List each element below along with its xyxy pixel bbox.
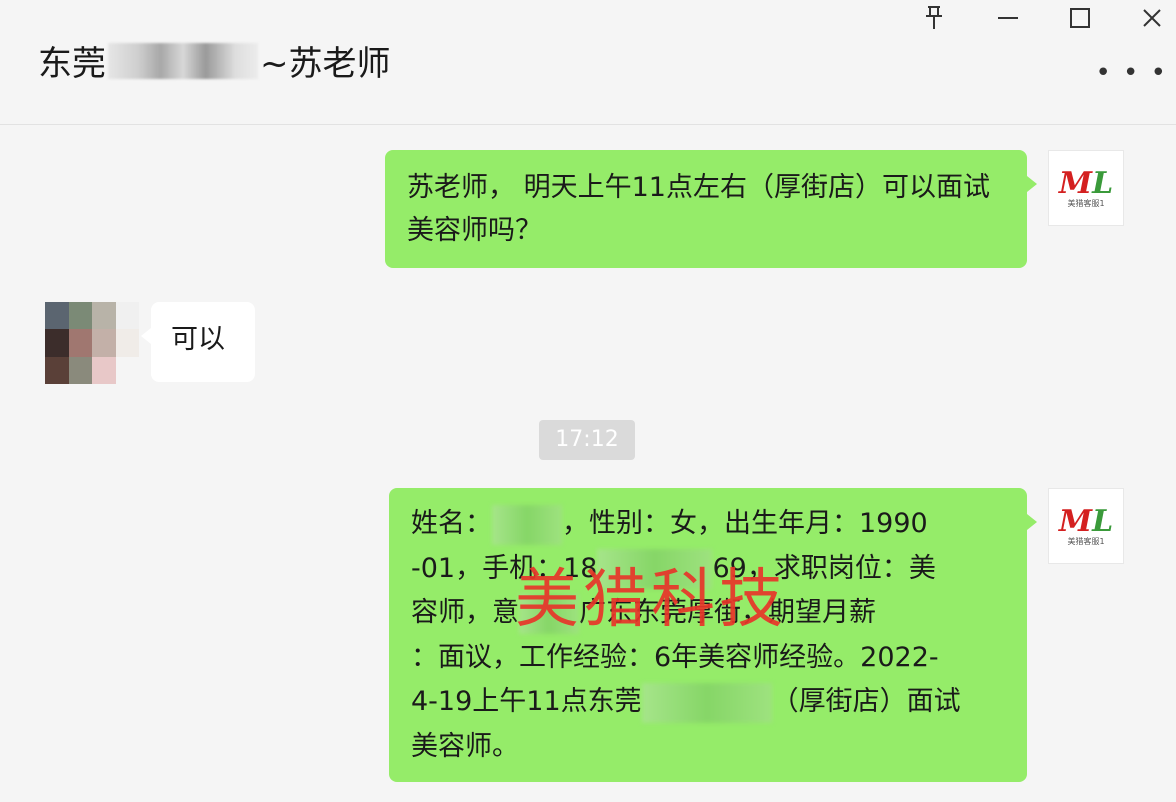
avatar-label: 美猎客服1: [1067, 198, 1105, 208]
my-avatar[interactable]: ML 美猎客服1: [1048, 150, 1124, 226]
redacted-text: [597, 549, 713, 589]
chat-header: 东莞 ~苏老师 • • •: [0, 0, 1176, 125]
message-line: ：面议，工作经验：6年美容师经验。2022-: [411, 641, 939, 673]
pin-icon[interactable]: [914, 0, 954, 36]
minimize-icon[interactable]: [988, 0, 1028, 36]
avatar-label: 美猎客服1: [1067, 536, 1105, 546]
message-timestamp: 17:12: [539, 420, 635, 460]
close-icon[interactable]: [1132, 0, 1172, 36]
more-icon[interactable]: • • •: [1095, 58, 1168, 88]
message-bubble-incoming[interactable]: 可以: [141, 302, 255, 382]
message-line: 姓名： ，性别：女，出生年月：1990: [411, 502, 1005, 547]
message-line: -01，手机：18 69，求职岗位：美: [411, 547, 1005, 592]
logo-icon: ML: [1058, 165, 1114, 201]
message-line: 美容师。: [411, 730, 519, 762]
maximize-icon[interactable]: [1060, 0, 1100, 36]
logo-icon: ML: [1058, 503, 1114, 539]
message-text: 可以: [171, 324, 225, 355]
message-line: 容师，意 广东东莞厚街，期望月薪: [411, 591, 1005, 636]
message-bubble-outgoing[interactable]: 苏老师， 明天上午11点左右（厚街店）可以面试美容师吗？: [385, 150, 1037, 268]
redacted-text: [492, 504, 562, 545]
contact-avatar[interactable]: [45, 302, 139, 384]
chat-title-prefix: 东莞: [38, 44, 106, 84]
message-line: 4-19上午11点东莞 （厚街店）面试: [411, 680, 1005, 725]
redacted-text: [519, 593, 579, 634]
chat-title-suffix: ~苏老师: [260, 44, 391, 84]
message-text: 苏老师， 明天上午11点左右（厚街店）可以面试美容师吗？: [407, 172, 990, 246]
message-bubble-outgoing[interactable]: 姓名： ，性别：女，出生年月：1990 -01，手机：18 69，求职岗位：美 容师…: [389, 488, 1037, 782]
chat-title: 东莞 ~苏老师: [38, 36, 391, 85]
redacted-name: [108, 42, 258, 79]
redacted-text: [641, 682, 772, 723]
my-avatar[interactable]: ML 美猎客服1: [1048, 488, 1124, 564]
